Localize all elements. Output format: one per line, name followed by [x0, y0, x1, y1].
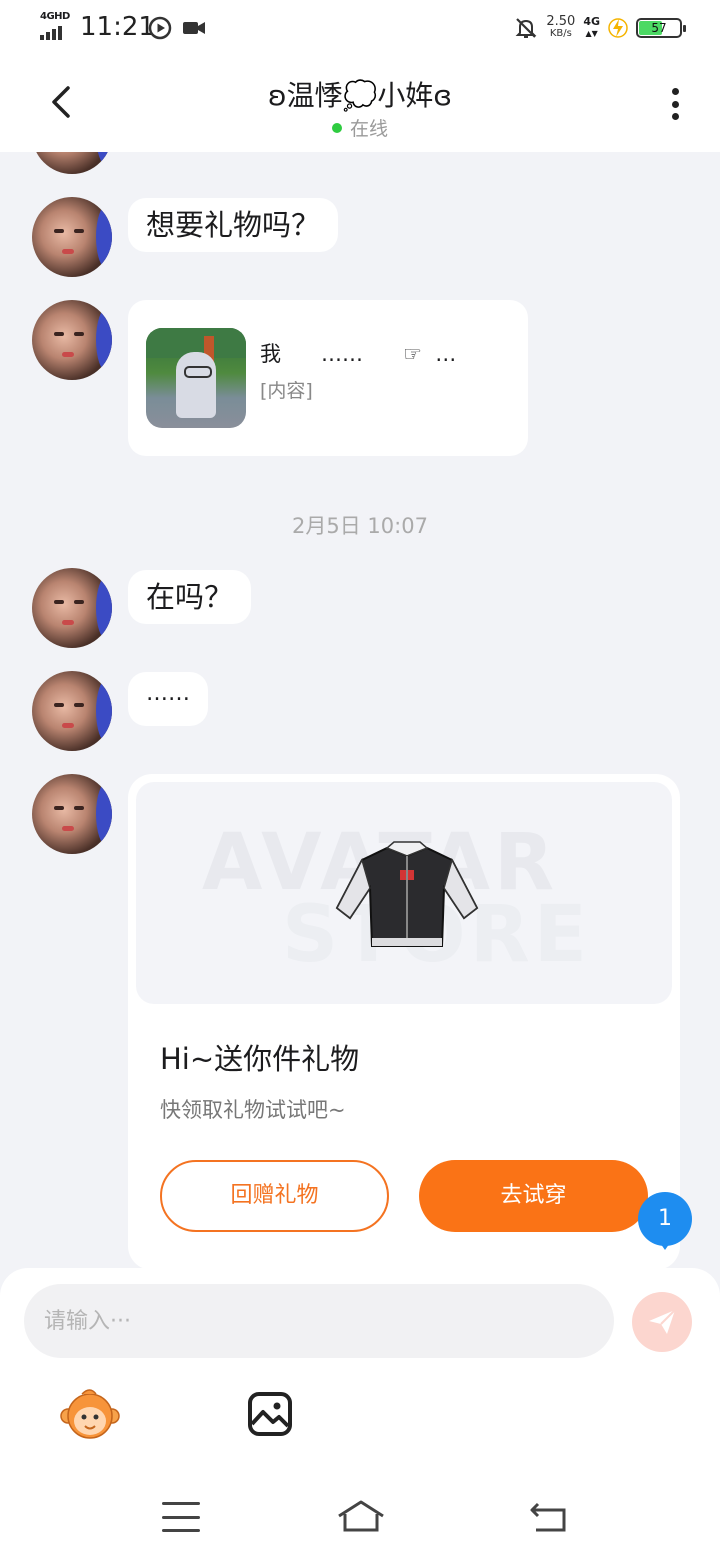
network-speed: 2.50 KB/s	[546, 14, 576, 39]
gift-preview-image: AVATAR STORE	[136, 782, 672, 1004]
home-icon[interactable]	[336, 1498, 386, 1534]
gift-subtitle: 快领取礼物试试吧~	[160, 1098, 346, 1122]
return-gift-button[interactable]: 回赠礼物	[160, 1160, 389, 1232]
message-input[interactable]	[24, 1284, 614, 1358]
system-navigation-bar	[0, 1474, 720, 1560]
online-status: 在线	[260, 114, 460, 141]
chat-header: ʚ温悸💭小姩ɞ 在线	[0, 56, 720, 152]
shared-content-thumbnail	[146, 328, 246, 428]
try-on-button[interactable]: 去试穿	[419, 1160, 648, 1232]
message-bubble[interactable]: ……	[128, 672, 208, 726]
bell-muted-icon	[515, 18, 537, 38]
monkey-emoji-icon[interactable]	[60, 1386, 120, 1442]
shared-content-title: 我 …… ☞ …	[260, 342, 457, 366]
avatar[interactable]	[32, 197, 112, 277]
media-play-icon	[148, 16, 172, 40]
unread-count-badge[interactable]: 1	[638, 1192, 692, 1250]
avatar[interactable]	[32, 152, 112, 174]
avatar[interactable]	[32, 671, 112, 751]
message-bubble[interactable]: 在吗？	[128, 570, 252, 624]
message-composer	[0, 1268, 720, 1474]
back-arrow-icon[interactable]	[42, 82, 82, 122]
send-button[interactable]	[632, 1292, 692, 1352]
battery-indicator: 57	[636, 18, 686, 38]
signal-bars-icon	[40, 26, 62, 40]
jacket-icon	[335, 841, 479, 947]
chat-message-list[interactable]: 想要礼物吗？ 我 …… ☞ … [内容] 2月5日 10:07 在吗？ …… A…	[0, 152, 720, 1270]
avatar[interactable]	[32, 774, 112, 854]
clock: 11:21	[80, 12, 155, 42]
gift-card[interactable]: AVATAR STORE Hi~送你件礼物 快领取礼物试试吧~ 回赠礼物 去试穿	[128, 774, 680, 1270]
back-icon[interactable]	[528, 1500, 568, 1534]
avatar[interactable]	[32, 300, 112, 380]
avatar[interactable]	[32, 568, 112, 648]
recent-apps-button[interactable]	[162, 1502, 200, 1532]
message-timestamp: 2月5日 10:07	[292, 514, 428, 538]
contact-name: ʚ温悸💭小姩ɞ	[267, 79, 453, 112]
message-bubble[interactable]: 想要礼物吗？	[128, 198, 339, 252]
online-dot-icon	[331, 123, 342, 133]
video-camera-icon	[183, 22, 205, 34]
cellular-4g-indicator: 4G ▲▼	[583, 15, 600, 39]
paper-plane-icon	[649, 1309, 676, 1334]
more-options-button[interactable]	[660, 84, 690, 124]
status-bar: 4GHD 11:21 2.50 KB/s 4G ▲▼ 57	[0, 0, 720, 56]
charging-bolt-icon	[608, 18, 628, 38]
network-indicator: 4GHD	[38, 11, 72, 40]
network-label: 4GHD	[40, 11, 70, 22]
shared-content-card[interactable]: 我 …… ☞ … [内容]	[128, 300, 528, 456]
shared-content-subtitle: [内容]	[260, 380, 313, 402]
gift-title: Hi~送你件礼物	[160, 1042, 360, 1076]
image-icon[interactable]	[246, 1390, 294, 1438]
